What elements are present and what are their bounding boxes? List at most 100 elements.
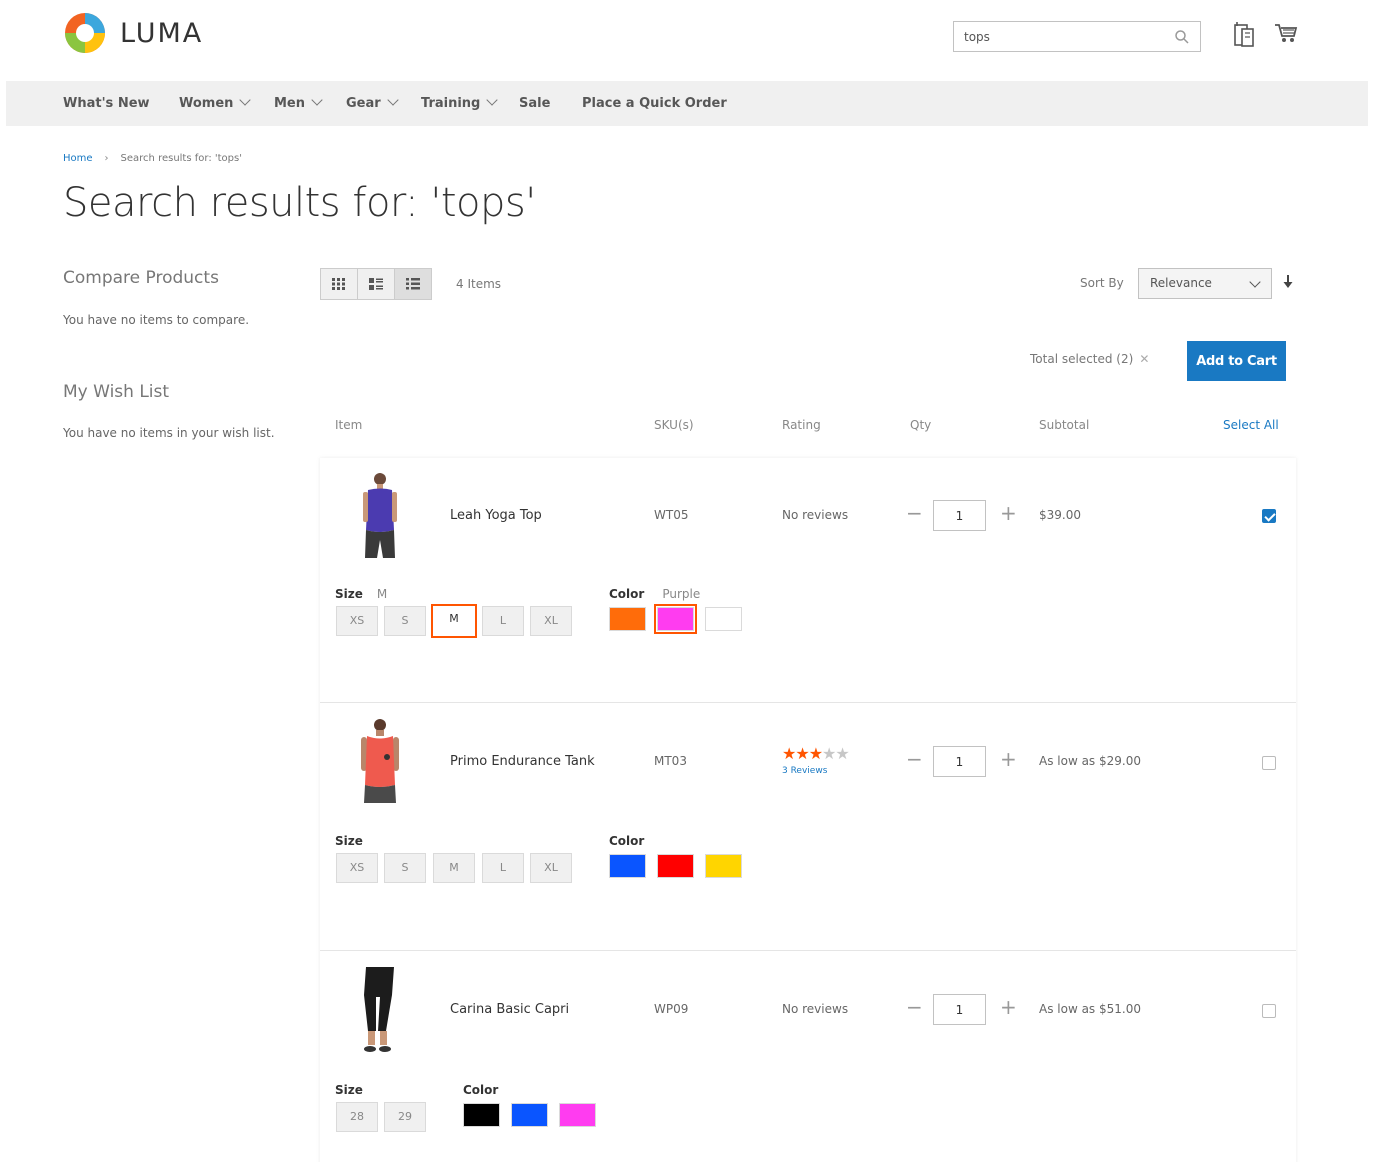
cart-icon[interactable]	[1274, 22, 1298, 44]
color-swatch-pink[interactable]	[559, 1103, 596, 1127]
size-swatch[interactable]: 29	[384, 1102, 426, 1132]
add-to-cart-button[interactable]: Add to Cart	[1187, 341, 1286, 381]
search-box	[953, 21, 1201, 52]
color-swatch-blue[interactable]	[511, 1103, 548, 1127]
color-label: Color	[463, 1083, 499, 1097]
size-label: Size	[335, 1083, 363, 1097]
select-all-link[interactable]: Select All	[1223, 418, 1279, 432]
wishlist-title: My Wish List	[63, 382, 170, 402]
nav-label: Place a Quick Order	[582, 96, 727, 111]
product-select-checkbox[interactable]	[1262, 756, 1276, 770]
size-swatch[interactable]: S	[384, 606, 426, 636]
sort-by-select[interactable]: Relevance	[1138, 268, 1272, 299]
qty-decrease-button[interactable]: −	[906, 501, 923, 525]
nav-item-whats-new[interactable]: What's New	[63, 81, 150, 126]
nav-item-women[interactable]: Women	[179, 81, 252, 126]
qty-input[interactable]	[933, 746, 986, 777]
product-name[interactable]: Carina Basic Capri	[450, 1002, 569, 1017]
product-sku: WP09	[654, 1002, 689, 1016]
chevron-down-icon	[387, 94, 399, 106]
product-image[interactable]	[354, 717, 406, 809]
qty-decrease-button[interactable]: −	[906, 995, 923, 1019]
view-mode-table[interactable]	[394, 268, 432, 300]
size-swatch[interactable]: XL	[530, 606, 572, 636]
compare-icon[interactable]	[1233, 22, 1255, 48]
page-header: LUMA	[0, 0, 1383, 80]
product-select-checkbox[interactable]	[1262, 1004, 1276, 1018]
product-name[interactable]: Primo Endurance Tank	[450, 754, 595, 769]
qty-input[interactable]	[933, 994, 986, 1025]
luma-logo-icon	[65, 13, 105, 53]
breadcrumb: Home › Search results for: 'tops'	[63, 153, 242, 164]
color-label-text: Color	[609, 587, 645, 601]
sort-by-value: Relevance	[1150, 276, 1212, 290]
qty-decrease-button[interactable]: −	[906, 747, 923, 771]
nav-label: Gear	[346, 96, 381, 111]
nav-item-training[interactable]: Training	[421, 81, 499, 126]
color-swatch-red[interactable]	[657, 854, 694, 878]
product-reviews-link[interactable]: 3 Reviews	[782, 766, 827, 776]
size-label: Size M	[335, 587, 387, 601]
product-sku: WT05	[654, 508, 689, 522]
color-swatch-orange[interactable]	[609, 607, 646, 631]
product-subtotal: As low as $29.00	[1039, 754, 1141, 768]
product-list: Leah Yoga Top WT05 No reviews − + $39.00…	[320, 458, 1296, 1162]
nav-item-men[interactable]: Men	[274, 81, 323, 126]
column-header-item: Item	[335, 418, 363, 432]
size-swatch[interactable]: 28	[336, 1102, 378, 1132]
sort-by-label: Sort By	[1080, 276, 1124, 290]
grid-icon	[332, 278, 345, 290]
size-swatch-selected[interactable]: M	[431, 604, 477, 638]
product-rating-stars: ★★★★★	[782, 744, 850, 763]
size-swatch[interactable]: M	[433, 853, 475, 883]
luma-logo[interactable]: LUMA	[62, 10, 203, 56]
product-image[interactable]	[354, 470, 406, 562]
star-icon: ★★★	[782, 744, 823, 763]
color-swatch-blue[interactable]	[609, 854, 646, 878]
nav-item-quick-order[interactable]: Place a Quick Order	[582, 81, 727, 126]
qty-increase-button[interactable]: +	[1000, 501, 1017, 525]
product-subtotal: $39.00	[1039, 508, 1081, 522]
size-label-text: Size	[335, 587, 363, 601]
size-swatch[interactable]: XL	[530, 853, 572, 883]
clear-selection-icon[interactable]: ✕	[1139, 352, 1149, 366]
product-select-checkbox[interactable]	[1262, 509, 1276, 523]
breadcrumb-current: Search results for: 'tops'	[120, 153, 242, 164]
page-title: Search results for: 'tops'	[63, 180, 536, 226]
view-modes	[320, 268, 432, 300]
chevron-down-icon	[311, 94, 323, 106]
color-swatch-white[interactable]	[705, 607, 742, 631]
view-mode-list[interactable]	[357, 268, 395, 300]
list-icon	[369, 278, 383, 290]
qty-increase-button[interactable]: +	[1000, 995, 1017, 1019]
column-header-qty: Qty	[910, 418, 932, 432]
color-label: Color Purple	[609, 587, 700, 601]
product-subtotal: As low as $51.00	[1039, 1002, 1141, 1016]
size-swatch[interactable]: XS	[336, 606, 378, 636]
nav-item-sale[interactable]: Sale	[519, 81, 550, 126]
product-image[interactable]	[354, 965, 406, 1057]
size-swatch[interactable]: S	[384, 853, 426, 883]
product-name[interactable]: Leah Yoga Top	[450, 508, 542, 523]
table-icon	[406, 278, 420, 290]
nav-item-gear[interactable]: Gear	[346, 81, 399, 126]
breadcrumb-home[interactable]: Home	[63, 153, 93, 164]
color-swatch-black[interactable]	[463, 1103, 500, 1127]
size-swatch[interactable]: L	[482, 853, 524, 883]
search-input[interactable]	[954, 22, 1164, 51]
sort-direction-icon[interactable]	[1282, 274, 1294, 290]
view-mode-grid[interactable]	[320, 268, 358, 300]
qty-increase-button[interactable]: +	[1000, 747, 1017, 771]
breadcrumb-separator: ›	[104, 153, 109, 164]
color-swatch-yellow[interactable]	[705, 854, 742, 878]
color-swatch-purple-selected[interactable]	[654, 604, 697, 634]
search-icon[interactable]	[1174, 29, 1190, 45]
star-empty-icon: ★★	[822, 744, 850, 763]
qty-input[interactable]	[933, 500, 986, 531]
column-header-rating: Rating	[782, 418, 821, 432]
size-selected-value: M	[376, 587, 388, 601]
nav-label: Training	[421, 96, 481, 111]
size-swatch[interactable]: L	[482, 606, 524, 636]
items-count: 4 Items	[456, 277, 502, 291]
size-swatch[interactable]: XS	[336, 853, 378, 883]
